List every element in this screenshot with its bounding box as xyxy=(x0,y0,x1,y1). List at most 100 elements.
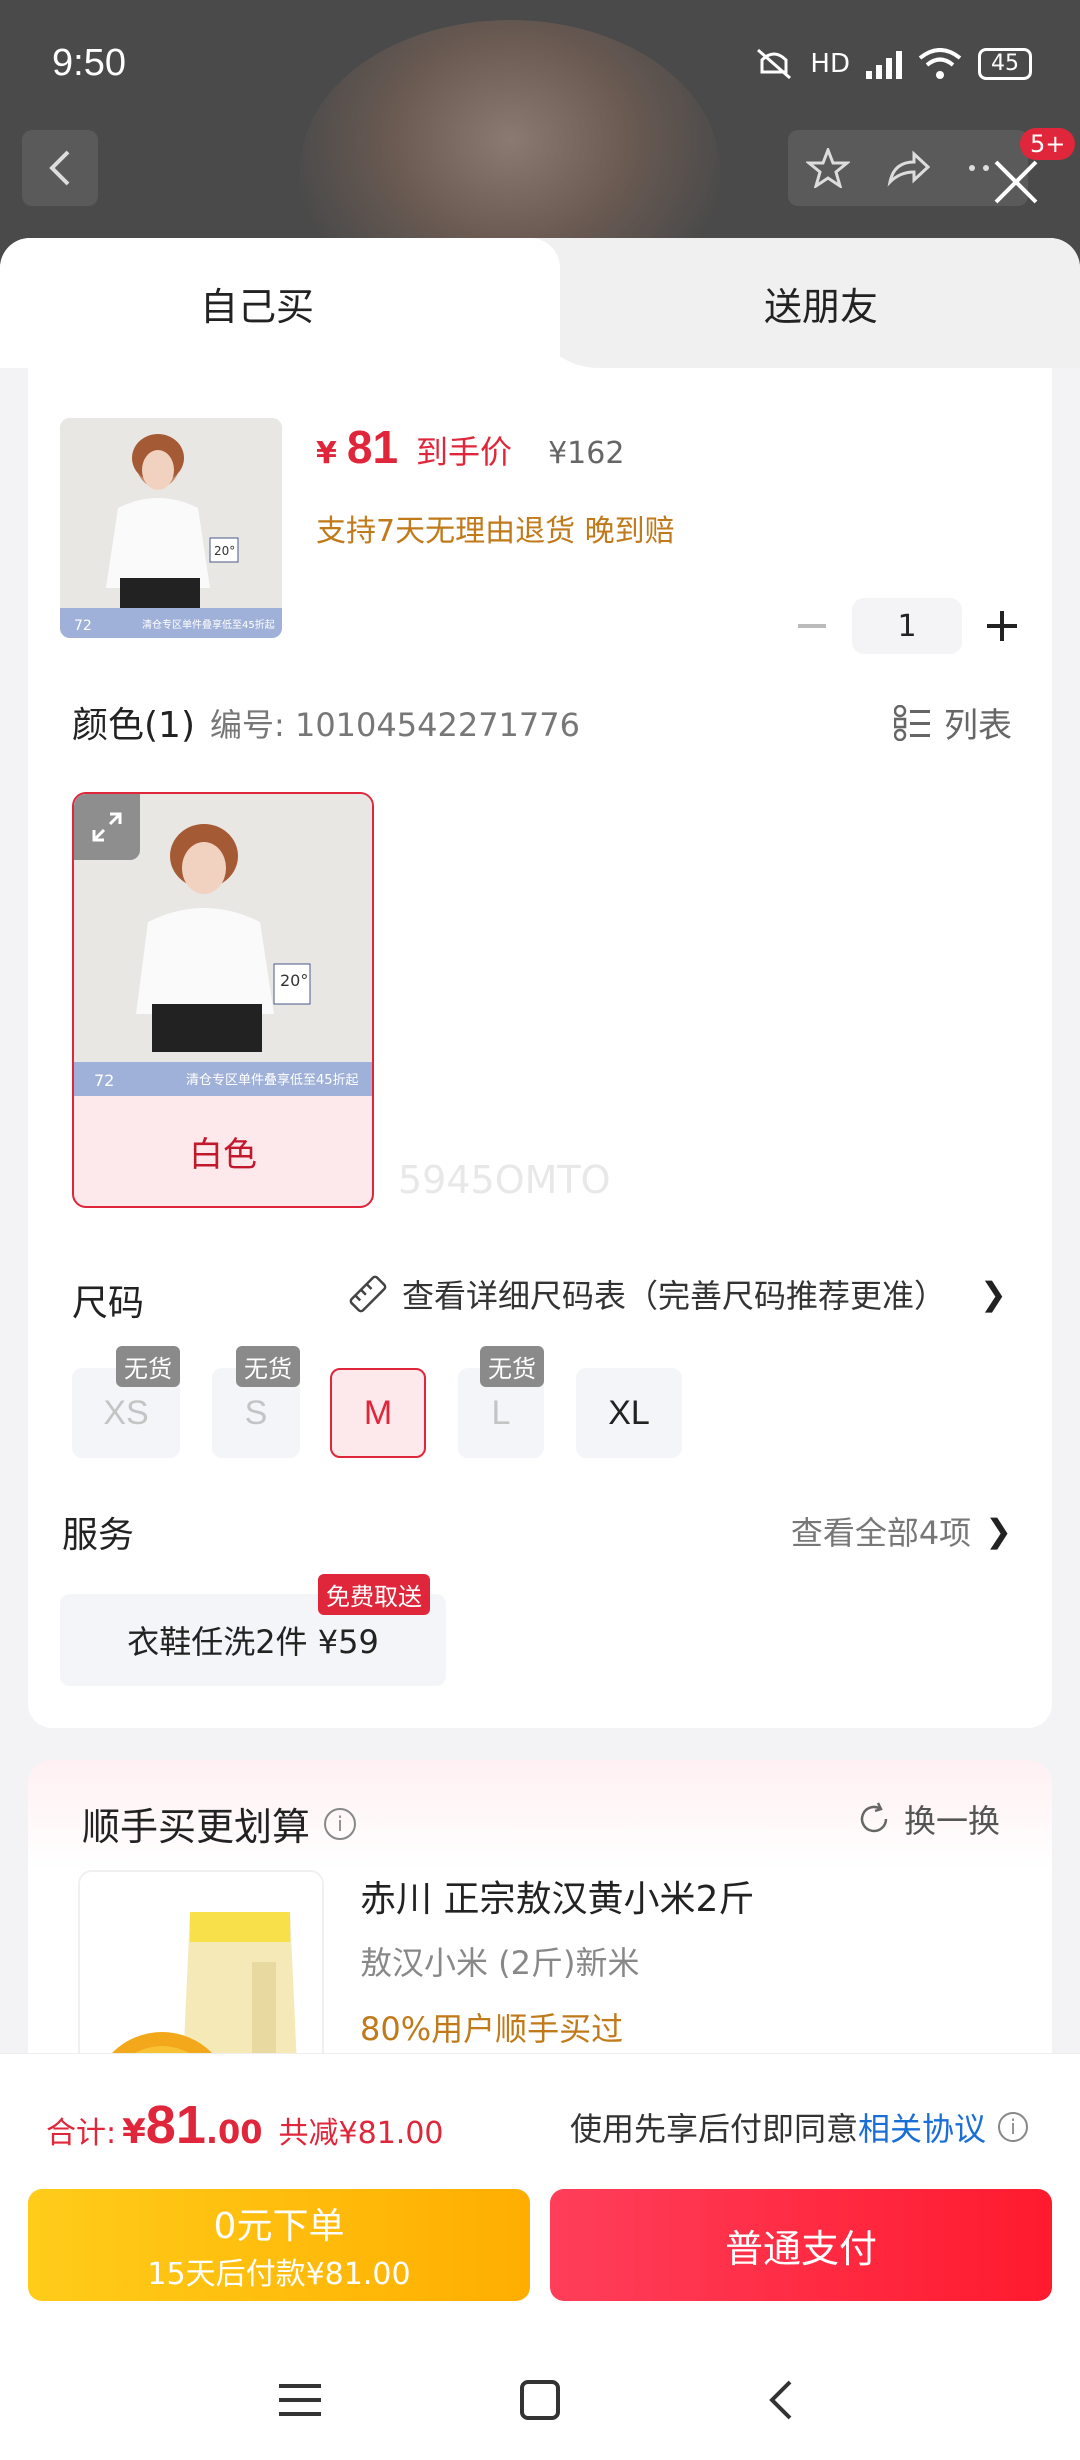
total-currency: ¥ xyxy=(122,2112,146,2152)
signal-icon xyxy=(866,51,902,79)
size-option-l[interactable]: L 无货 xyxy=(458,1346,544,1458)
home-icon xyxy=(520,2380,560,2420)
refresh-button[interactable]: 换一换 xyxy=(856,1796,1000,1842)
wifi-icon xyxy=(918,48,962,79)
quantity-plus-button[interactable] xyxy=(982,606,1022,646)
system-nav-bar xyxy=(0,2340,1080,2460)
pay-now-button[interactable]: 普通支付 xyxy=(550,2189,1052,2301)
list-view-toggle[interactable]: 列表 xyxy=(894,698,1012,747)
size-option-xs[interactable]: XS 无货 xyxy=(72,1346,180,1458)
pay-later-title: 0元下单 xyxy=(213,2206,345,2247)
out-of-stock-badge: 无货 xyxy=(480,1346,544,1387)
home-nav-button[interactable] xyxy=(510,2370,570,2430)
back-icon xyxy=(769,2380,792,2420)
info-icon[interactable]: i xyxy=(998,2112,1028,2142)
product-thumbnail-image: 20° 72 清仓专区单件叠享低至45折起 xyxy=(60,418,282,638)
menu-nav-button[interactable] xyxy=(270,2370,330,2430)
size-option-label: M xyxy=(363,1393,393,1432)
chevron-right-icon: ❯ xyxy=(980,1275,1007,1313)
status-time: 9:50 xyxy=(52,42,126,84)
info-icon[interactable]: i xyxy=(324,1807,357,1840)
tab-gift-friend-label: 送朋友 xyxy=(764,287,879,329)
color-option-price: 72 xyxy=(94,1071,114,1090)
star-icon xyxy=(806,148,850,188)
color-option-white[interactable]: 20° 72 清仓专区单件叠享低至45折起 白色 xyxy=(72,792,374,1208)
price-label: 到手价 xyxy=(416,433,513,471)
list-icon xyxy=(894,704,930,741)
pay-later-subtitle: 15天后付款¥81.00 xyxy=(147,2257,411,2292)
menu-icon xyxy=(279,2384,321,2416)
refresh-icon xyxy=(860,1802,888,1833)
size-option-label: S xyxy=(244,1393,268,1432)
return-policy-note: 支持7天无理由退货 晚到赔 xyxy=(316,514,675,549)
order-total: 合计: ¥ 81 .00 共减¥81.00 xyxy=(46,2094,444,2156)
plus-icon xyxy=(987,611,1017,641)
size-option-label: XS xyxy=(103,1393,149,1432)
tab-self-buy[interactable]: 自己买 xyxy=(0,238,560,368)
size-option-s[interactable]: S 无货 xyxy=(212,1346,300,1458)
watermark: 5945OMTO xyxy=(398,1158,611,1202)
price-row: ¥ 81 到手价 ¥162 xyxy=(316,420,624,474)
close-icon[interactable] xyxy=(990,156,1042,208)
agreement-text: 使用先享后付即同意 xyxy=(569,2110,858,2148)
background-back-button xyxy=(22,130,98,206)
product-code: 编号: 10104542271776 xyxy=(210,706,580,744)
agreement-note: 使用先享后付即同意 相关协议 i xyxy=(570,2104,1028,2150)
quantity-stepper: 1 xyxy=(792,598,1022,654)
color-option-tag: 20° xyxy=(280,971,308,990)
size-chart-label: 查看详细尺码表（完善尺码推荐更准） xyxy=(402,1277,947,1315)
refresh-label: 换一换 xyxy=(903,1802,1000,1840)
chevron-right-icon: ❯ xyxy=(985,1512,1012,1550)
total-saved: 共减¥81.00 xyxy=(278,2116,444,2151)
tab-gift-friend[interactable]: 送朋友 xyxy=(600,238,1080,368)
minus-icon xyxy=(798,624,826,628)
color-option-banner: 清仓专区单件叠享低至45折起 xyxy=(186,1072,359,1088)
quantity-input[interactable]: 1 xyxy=(852,598,962,654)
total-decimal: .00 xyxy=(205,2113,263,2151)
ruler-icon xyxy=(349,1275,387,1313)
share-icon xyxy=(887,150,930,187)
out-of-stock-badge: 无货 xyxy=(116,1346,180,1387)
service-section-title: 服务 xyxy=(62,1515,135,1556)
back-nav-button[interactable] xyxy=(750,2370,810,2430)
recommendation-item-spec: 敖汉小米 (2斤)新米 xyxy=(360,1944,640,1982)
view-all-services-link[interactable]: 查看全部4项 ❯ xyxy=(791,1508,1012,1554)
list-view-label: 列表 xyxy=(944,706,1012,746)
purchase-tabs: 自己买 送朋友 xyxy=(0,238,1080,368)
total-integer: 81 xyxy=(145,2095,206,2155)
product-thumbnail[interactable]: 20° 72 清仓专区单件叠享低至45折起 xyxy=(60,418,282,638)
expand-icon xyxy=(92,812,122,842)
color-section-title: 颜色(1) xyxy=(72,705,195,746)
total-label: 合计: xyxy=(46,2116,117,2151)
size-chart-link[interactable]: 查看详细尺码表（完善尺码推荐更准） ❯ xyxy=(348,1271,1007,1317)
network-label: HD xyxy=(810,49,850,79)
quantity-minus-button[interactable] xyxy=(792,606,832,646)
mute-icon xyxy=(757,48,792,80)
free-pickup-badge: 免费取送 xyxy=(318,1574,430,1615)
recommendation-item-name[interactable]: 赤川 正宗敖汉黄小米2斤 xyxy=(360,1870,754,1922)
view-all-services-label: 查看全部4项 xyxy=(790,1514,972,1552)
price-currency: ¥ xyxy=(316,436,337,471)
price-value: 81 xyxy=(346,421,399,473)
size-option-m[interactable]: M xyxy=(330,1368,426,1458)
recommendation-header: 顺手买更划算 i xyxy=(82,1796,357,1851)
thumb-banner: 清仓专区单件叠享低至45折起 xyxy=(142,618,275,631)
status-icons: HD 45 xyxy=(754,46,1032,82)
battery-indicator: 45 xyxy=(978,48,1032,80)
recommendation-item-stat: 80%用户顺手买过 xyxy=(360,2010,624,2048)
size-option-xl[interactable]: XL xyxy=(576,1368,682,1458)
pay-later-button[interactable]: 0元下单 15天后付款¥81.00 xyxy=(28,2189,530,2301)
product-options-card: 20° 72 清仓专区单件叠享低至45折起 ¥ 81 到手价 ¥162 支持7天… xyxy=(28,368,1052,1728)
size-section-title: 尺码 xyxy=(72,1283,145,1324)
agreement-link[interactable]: 相关协议 xyxy=(858,2104,986,2150)
original-price: ¥162 xyxy=(548,436,625,471)
size-option-label: L xyxy=(491,1393,511,1432)
back-icon xyxy=(49,150,70,186)
color-option-label: 白色 xyxy=(189,1134,257,1175)
size-option-label: XL xyxy=(608,1393,650,1432)
out-of-stock-badge: 无货 xyxy=(236,1346,300,1387)
recommendation-title: 顺手买更划算 xyxy=(82,1805,311,1849)
expand-image-button[interactable] xyxy=(74,794,140,860)
thumb-price: 72 xyxy=(74,618,92,634)
tab-self-buy-label: 自己买 xyxy=(200,287,315,329)
